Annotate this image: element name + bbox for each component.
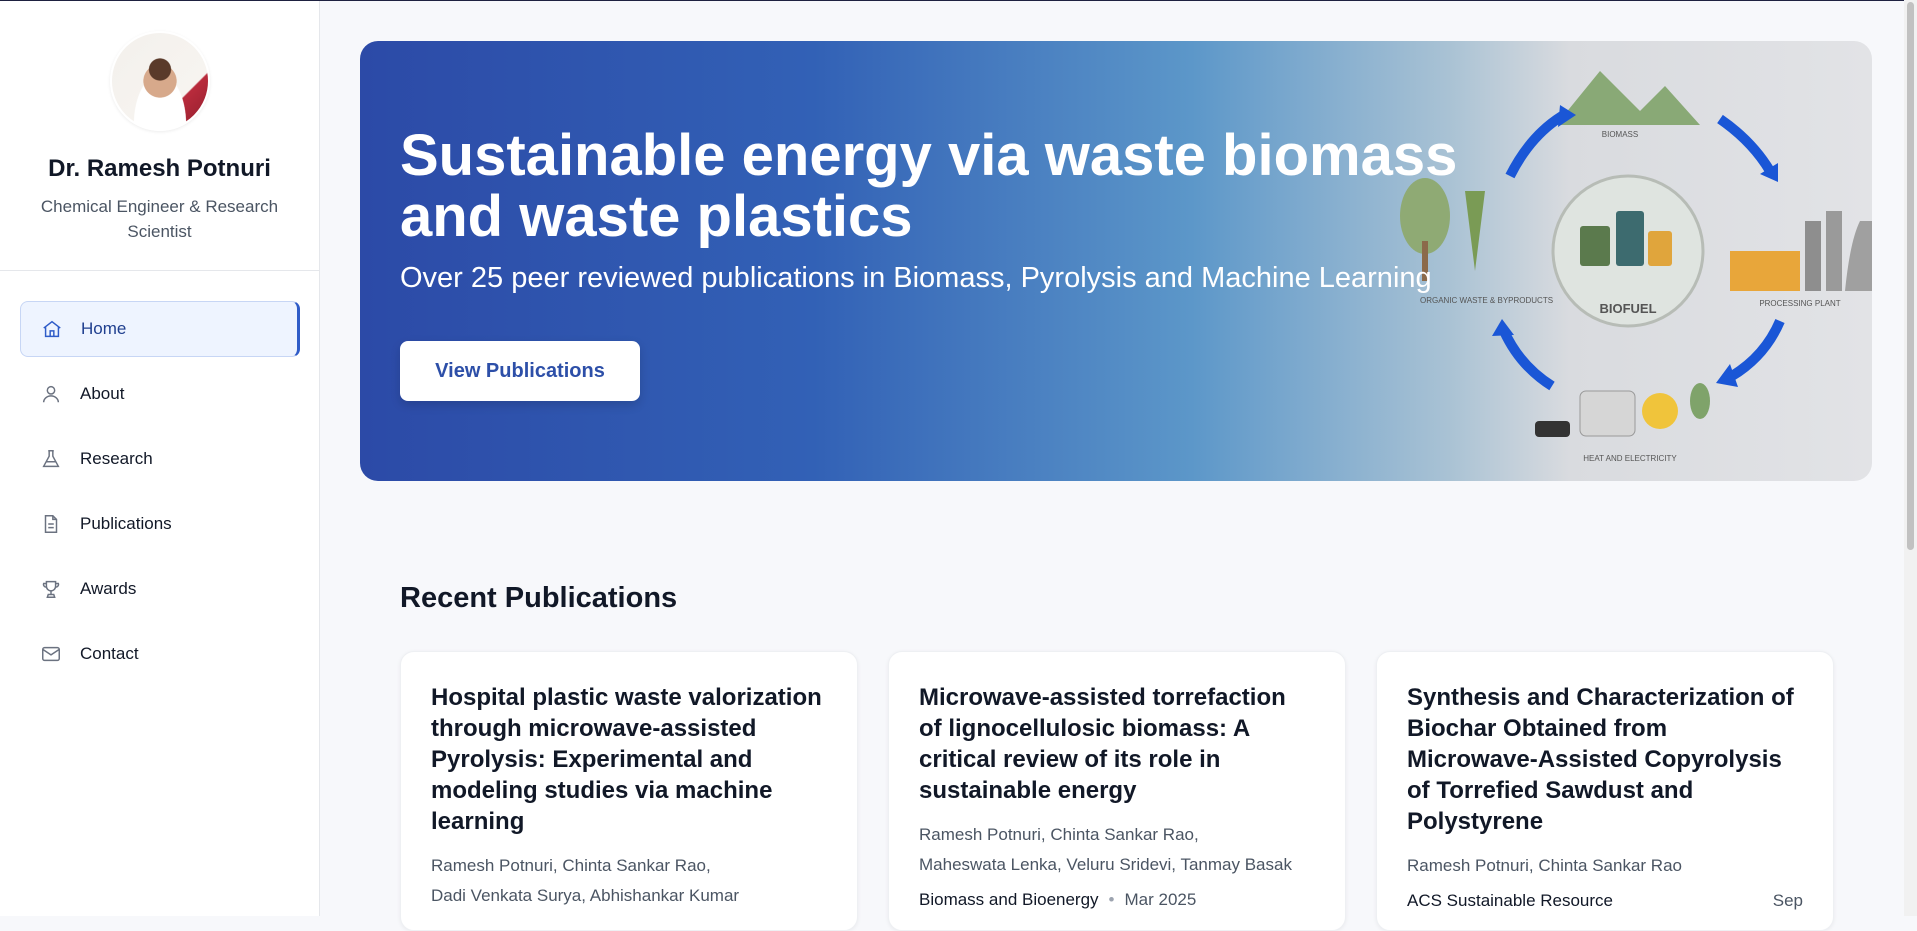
view-publications-button[interactable]: View Publications: [400, 341, 640, 401]
sidebar-item-about[interactable]: About: [20, 366, 300, 422]
trophy-icon: [42, 580, 60, 598]
hero-subtitle: Over 25 peer reviewed publications in Bi…: [400, 262, 1432, 294]
publication-card[interactable]: Synthesis and Characterization of Biocha…: [1376, 651, 1834, 931]
flask-icon: [42, 450, 60, 468]
publication-date: Sep: [1772, 891, 1803, 910]
publication-meta: ACS Sustainable Resource Sep: [1407, 891, 1803, 911]
svg-text:PROCESSING PLANT: PROCESSING PLANT: [1759, 299, 1840, 308]
svg-text:BIOFUEL: BIOFUEL: [1599, 301, 1656, 316]
sidebar-item-research[interactable]: Research: [20, 431, 300, 487]
authors-line: Maheswata Lenka, Veluru Sridevi, Tanmay …: [919, 855, 1292, 874]
scrollbar-thumb[interactable]: [1907, 2, 1914, 550]
publication-title[interactable]: Synthesis and Characterization of Biocha…: [1407, 682, 1803, 837]
publication-title[interactable]: Hospital plastic waste valorization thro…: [431, 682, 827, 837]
publication-meta: Biomass and Bioenergy • Mar 2025: [919, 890, 1315, 910]
authors-line: Dadi Venkata Surya, Abhishankar Kumar: [431, 886, 740, 905]
sidebar-item-awards[interactable]: Awards: [20, 561, 300, 617]
hero-title: Sustainable energy via waste biomass and…: [400, 123, 1458, 249]
profile-name: Dr. Ramesh Potnuri: [48, 155, 271, 182]
hero-banner: BIOMASS BIOFUEL ORGANIC WASTE & BYPRODUC…: [360, 41, 1872, 481]
svg-text:ORGANIC WASTE & BYPRODUCTS: ORGANIC WASTE & BYPRODUCTS: [1420, 296, 1553, 305]
home-icon: [43, 320, 61, 338]
sidebar: Dr. Ramesh Potnuri Chemical Engineer & R…: [0, 1, 320, 916]
publication-title[interactable]: Microwave-assisted torrefaction of ligno…: [919, 682, 1315, 806]
authors-line: Ramesh Potnuri, Chinta Sankar Rao,: [431, 856, 711, 875]
authors-line: Ramesh Potnuri, Chinta Sankar Rao: [1407, 856, 1682, 875]
publication-date: Mar 2025: [1124, 890, 1197, 909]
profile-subtitle: Chemical Engineer & Research Scientist: [40, 197, 279, 241]
mail-icon: [42, 646, 60, 662]
sidebar-nav: Home About Research Publications Awards …: [20, 301, 300, 691]
publication-card[interactable]: Hospital plastic waste valorization thro…: [400, 651, 858, 931]
sidebar-item-label: Contact: [80, 644, 139, 663]
sidebar-item-label: Research: [80, 449, 153, 468]
svg-text:BIOMASS: BIOMASS: [1602, 130, 1638, 139]
sidebar-item-contact[interactable]: Contact: [20, 626, 300, 682]
publication-authors: Ramesh Potnuri, Chinta Sankar Rao, Dadi …: [431, 851, 827, 911]
publication-card[interactable]: Microwave-assisted torrefaction of ligno…: [888, 651, 1346, 931]
sidebar-item-label: Publications: [80, 514, 172, 533]
document-icon: [44, 515, 58, 533]
sidebar-item-label: Home: [81, 319, 127, 338]
publication-authors: Ramesh Potnuri, Chinta Sankar Rao: [1407, 851, 1803, 881]
page-scrollbar[interactable]: [1904, 0, 1917, 916]
journal-name: Biomass and Bioenergy: [919, 890, 1099, 909]
biofuel-cycle-illustration: BIOMASS BIOFUEL ORGANIC WASTE & BYPRODUC…: [1400, 71, 1872, 463]
user-icon: [42, 385, 60, 403]
svg-text:HEAT AND ELECTRICITY: HEAT AND ELECTRICITY: [1583, 454, 1677, 463]
separator-dot: •: [1108, 890, 1115, 909]
authors-line: Ramesh Potnuri, Chinta Sankar Rao,: [919, 825, 1199, 844]
recent-publications-heading: Recent Publications: [400, 582, 678, 614]
sidebar-item-label: Awards: [80, 579, 137, 598]
sidebar-item-publications[interactable]: Publications: [20, 496, 300, 552]
profile-section: Dr. Ramesh Potnuri Chemical Engineer & R…: [0, 1, 319, 271]
publication-authors: Ramesh Potnuri, Chinta Sankar Rao, Mahes…: [919, 820, 1315, 880]
sidebar-item-label: About: [80, 384, 125, 403]
journal-name: ACS Sustainable Resource: [1407, 891, 1614, 910]
sidebar-item-home[interactable]: Home: [20, 301, 300, 357]
avatar: [110, 31, 210, 131]
